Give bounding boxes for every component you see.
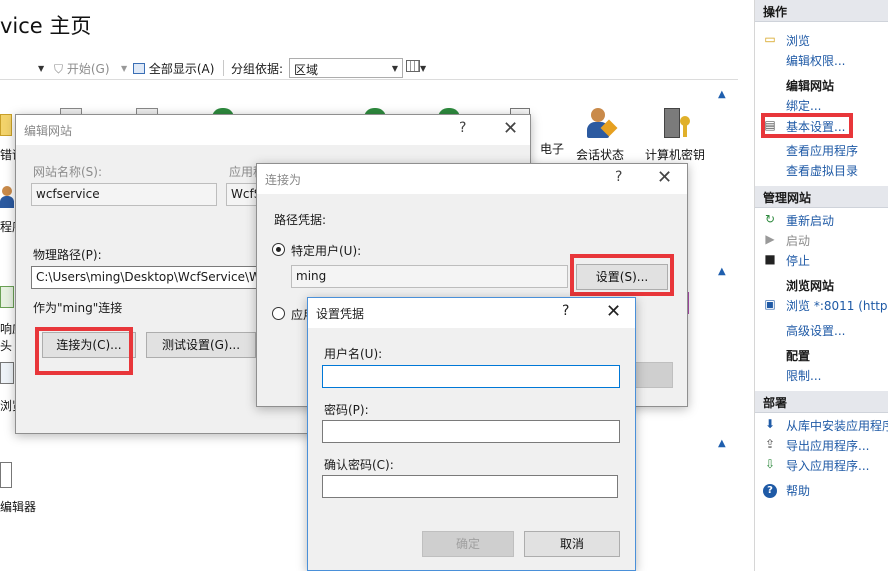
restart-link[interactable]: 重新启动 (786, 212, 834, 229)
collapse-section-icon[interactable]: ▲ (718, 438, 726, 449)
connect-as-info: 作为"ming"连接 (33, 301, 123, 315)
view-grid-icon (406, 60, 420, 72)
collapse-section-icon[interactable]: ▲ (718, 266, 726, 277)
help-question-icon[interactable]: ? (459, 120, 466, 136)
help-question-icon[interactable]: ? (562, 303, 569, 319)
feature-fragment-header[interactable]: 头 (0, 337, 12, 354)
connect-as-highlight (35, 327, 133, 375)
close-icon[interactable]: ✕ (503, 118, 518, 139)
config-header: 配置 (786, 349, 811, 363)
set-credentials-dialog: 设置凭据 ? ✕ 用户名(U): 密码(P): 确认密码(C): 确定 取消 (307, 297, 636, 571)
bindings-link[interactable]: 绑定... (786, 97, 821, 114)
close-icon[interactable]: ✕ (657, 167, 672, 188)
browse-icon (0, 362, 14, 384)
browse-folder-icon: ▭ (764, 32, 776, 46)
editor-icon (0, 462, 12, 488)
group-by-label: 分组依据: (231, 62, 284, 76)
edit-site-titlebar: 编辑网站 (16, 115, 530, 145)
help-link[interactable]: 帮助 (786, 482, 810, 499)
show-all-label: 全部显示(A) (148, 62, 215, 76)
limits-link[interactable]: 限制... (786, 367, 821, 384)
confirm-password-label: 确认密码(C): (324, 458, 394, 472)
ok-button[interactable]: 确定 (422, 531, 514, 557)
funnel-icon: ⛉ (54, 62, 64, 76)
feature-fragment-editor[interactable]: 编辑器 (0, 498, 36, 515)
set-credentials-title: 设置凭据 (316, 307, 365, 321)
password-label: 密码(P): (324, 403, 369, 417)
confirm-password-field[interactable] (322, 475, 618, 498)
stop-link[interactable]: 停止 (786, 252, 810, 269)
help-question-icon[interactable]: ? (615, 169, 622, 185)
feature-label-machine-key[interactable]: 计算机密钥 (645, 146, 705, 163)
browse-site-header: 浏览网站 (786, 279, 835, 293)
actions-pane: 操作 ▭ 浏览 编辑权限... 编辑网站 绑定... ▤ 基本设置... 查看应… (754, 0, 888, 571)
browser-icon: ▣ (764, 297, 776, 311)
group-by-select[interactable]: 区域 ▼ (289, 58, 403, 78)
program-icon (0, 186, 16, 214)
start-link[interactable]: 启动 (786, 232, 810, 249)
connect-as-titlebar: 连接为 (257, 164, 687, 194)
path-credentials-label: 路径凭据: (274, 213, 327, 227)
app-user-radio[interactable] (272, 307, 285, 320)
start-filter-label: 开始(G) (66, 62, 110, 76)
toolbar-separator (223, 60, 224, 76)
gallery-install-icon: ⬇ (764, 417, 776, 431)
specific-user-radio[interactable] (272, 243, 285, 256)
close-icon[interactable]: ✕ (606, 301, 621, 322)
view-apps-link[interactable]: 查看应用程序 (786, 142, 858, 159)
browse-port-link[interactable]: 浏览 *:8011 (http) (786, 297, 888, 314)
start-filter-caret[interactable]: ▼ (121, 60, 127, 74)
help-icon: ? (763, 482, 777, 498)
start-icon: ▶ (765, 232, 775, 246)
show-all-icon (133, 63, 145, 74)
page-title: vice 主页 (0, 14, 92, 38)
session-state-icon (585, 108, 618, 140)
group-by-value: 区域 (294, 63, 319, 77)
edit-site-title: 编辑网站 (24, 124, 73, 138)
physical-path-label: 物理路径(P): (33, 248, 102, 262)
site-name-label: 网站名称(S): (33, 165, 103, 179)
actions-header: 操作 (755, 0, 888, 22)
connect-as-title: 连接为 (265, 173, 302, 187)
install-from-gallery-link[interactable]: 从库中安装应用程序 (786, 417, 888, 434)
chevron-down-icon: ▼ (391, 64, 398, 73)
physical-path-field[interactable]: C:\Users\ming\Desktop\WcfService\We (31, 266, 271, 289)
deploy-header: 部署 (755, 391, 888, 413)
site-name-field[interactable]: wcfservice (31, 183, 217, 206)
edit-permissions-link[interactable]: 编辑权限... (786, 52, 845, 69)
cancel-button[interactable]: 取消 (524, 531, 620, 557)
basic-settings-highlight (761, 113, 853, 138)
feature-label-session-state[interactable]: 会话状态 (576, 146, 624, 163)
export-icon: ⇪ (764, 437, 776, 451)
error-page-icon (0, 114, 12, 136)
start-filter-button[interactable]: ⛉ 开始(G) (54, 60, 110, 77)
restart-icon: ↻ (764, 212, 776, 226)
view-mode-button[interactable]: ▼ (406, 60, 426, 74)
test-settings-button[interactable]: 测试设置(G)... (146, 332, 256, 358)
set-button-highlight (570, 254, 674, 296)
stop-icon: ■ (764, 252, 776, 266)
export-app-link[interactable]: 导出应用程序... (786, 437, 869, 454)
response-header-icon (0, 286, 14, 308)
collapse-section-icon[interactable]: ▲ (718, 89, 726, 100)
filter-toolbar: ▼ ⛉ 开始(G) ▼ 全部显示(A) 分组依据: 区域 ▼ ▼ (0, 56, 738, 80)
machine-key-icon (662, 108, 692, 140)
import-icon: ⇩ (764, 457, 776, 471)
username-field[interactable] (322, 365, 620, 388)
password-field[interactable] (322, 420, 620, 443)
specific-user-field[interactable]: ming (291, 265, 568, 288)
username-label: 用户名(U): (324, 347, 383, 361)
manage-site-header: 管理网站 (755, 186, 888, 208)
filter-dropdown-caret[interactable]: ▼ (38, 60, 44, 74)
specific-user-label: 特定用户(U): (291, 244, 362, 258)
import-app-link[interactable]: 导入应用程序... (786, 457, 869, 474)
feature-label-partial[interactable]: 电子 (540, 140, 564, 157)
browse-link[interactable]: 浏览 (786, 32, 810, 49)
view-vdirs-link[interactable]: 查看虚拟目录 (786, 162, 858, 179)
show-all-button[interactable]: 全部显示(A) (133, 60, 214, 77)
edit-site-header: 编辑网站 (786, 79, 835, 93)
advanced-settings-link[interactable]: 高级设置... (786, 322, 845, 339)
set-credentials-titlebar: 设置凭据 (308, 298, 635, 328)
